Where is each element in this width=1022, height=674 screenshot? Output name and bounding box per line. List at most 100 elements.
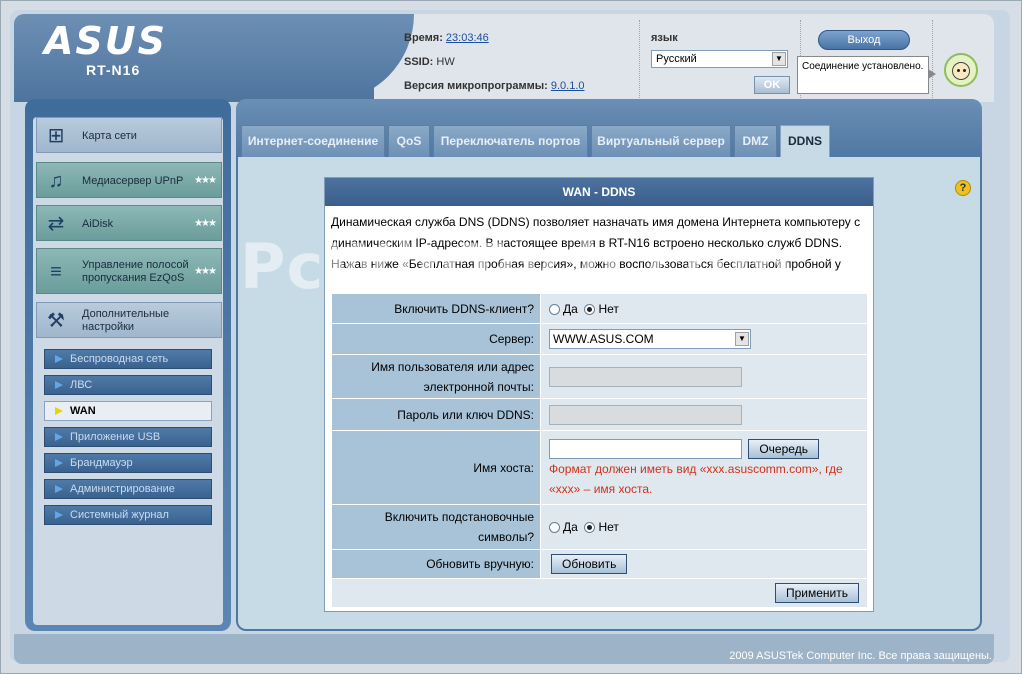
yes-label: Да [563, 520, 578, 534]
avatar-eye [963, 69, 966, 72]
submenu-administration[interactable]: Администрирование [44, 479, 212, 499]
ddns-panel: WAN - DDNS Динамическая служба DNS (DDNS… [324, 177, 874, 612]
sidebar-item-aidisk[interactable]: ⇄ AiDisk ★★★ [36, 205, 222, 241]
submenu-wireless[interactable]: Беспроводная сеть [44, 349, 212, 369]
wildcard-label: Включить подстановочные символы? [331, 504, 541, 550]
time-link[interactable]: 23:03:46 [446, 32, 489, 44]
sidebar-item-label: Карта сети [82, 129, 137, 142]
arrow-right-icon [55, 381, 63, 389]
enable-ddns-options: Да Нет [540, 293, 868, 324]
hostname-input[interactable] [549, 439, 742, 459]
panel-title: WAN - DDNS [325, 178, 873, 206]
password-label: Пароль или ключ DDNS: [331, 398, 541, 431]
submenu-wan[interactable]: WAN [44, 401, 212, 421]
submenu-lan[interactable]: ЛВС [44, 375, 212, 395]
username-cell [540, 354, 868, 399]
chevron-down-icon[interactable]: ▼ [772, 52, 786, 66]
tab-virtual-server[interactable]: Виртуальный сервер [591, 125, 731, 157]
sidebar-item-network-map[interactable]: ⊞ Карта сети [36, 117, 222, 153]
model-name: RT-N16 [86, 62, 141, 78]
arrow-right-icon [55, 485, 63, 493]
help-icon[interactable]: ? [955, 180, 971, 196]
submenu-usb[interactable]: Приложение USB [44, 427, 212, 447]
language-value: Русский [656, 53, 697, 65]
firmware-link[interactable]: 9.0.1.0 [551, 80, 585, 92]
submenu-label: Беспроводная сеть [70, 353, 169, 365]
sidebar-item-label: AiDisk [82, 217, 114, 230]
form-row-apply: Применить [331, 578, 868, 608]
server-cell: WWW.ASUS.COM ▼ [540, 323, 868, 355]
aidisk-icon: ⇄ [47, 213, 65, 235]
arrow-right-icon [55, 459, 63, 467]
tab-ddns[interactable]: DDNS [780, 125, 830, 157]
server-value: WWW.ASUS.COM [553, 332, 654, 346]
media-server-icon: ♫ [48, 170, 64, 192]
arrow-right-icon [55, 355, 63, 363]
stars-icon: ★★★ [194, 218, 217, 229]
firmware-label: Версия микропрограммы: [404, 80, 548, 92]
ddns-description: Динамическая служба DNS (DDNS) позволяет… [331, 215, 861, 271]
chevron-down-icon[interactable]: ▼ [735, 332, 749, 346]
sidebar-item-ezqos[interactable]: ≡ Управление полосой пропускания EzQoS ★… [36, 248, 222, 294]
sidebar-item-advanced-settings[interactable]: ⚒ Дополнительные настройки [36, 302, 222, 338]
tab-internet-connection[interactable]: Интернет-соединение [241, 125, 385, 157]
asus-logo: ASUS [44, 19, 168, 63]
apply-button[interactable]: Применить [775, 583, 859, 603]
form-row-hostname: Имя хоста: Очередь Формат должен иметь в… [331, 430, 868, 505]
language-label: язык [651, 32, 678, 44]
language-select[interactable]: Русский ▼ [651, 50, 788, 68]
username-input[interactable] [549, 366, 742, 387]
language-ok-button[interactable]: OK [754, 76, 790, 94]
submenu-label: WAN [70, 405, 96, 417]
enable-ddns-label: Включить DDNS-клиент? [331, 293, 541, 324]
form-row-wildcard: Включить подстановочные символы? Да Нет [331, 504, 868, 550]
password-cell [540, 398, 868, 431]
connection-status-bubble: Соединение установлено. [797, 56, 936, 94]
form-row-manual-update: Обновить вручную: Обновить [331, 549, 868, 579]
tab-qos[interactable]: QoS [388, 125, 430, 157]
tab-dmz[interactable]: DMZ [734, 125, 777, 157]
manual-update-cell: Обновить [540, 549, 868, 579]
no-label: Нет [598, 520, 619, 534]
queue-button[interactable]: Очередь [748, 439, 819, 459]
hostname-hint: Формат должен иметь вид «xxx.asuscomm.co… [549, 462, 843, 496]
form-row-server: Сервер: WWW.ASUS.COM ▼ [331, 323, 868, 355]
no-label: Нет [598, 301, 619, 316]
arrow-right-icon [55, 511, 63, 519]
copyright-text: 2009 ASUSTek Computer Inc. Все права защ… [729, 650, 992, 662]
ssid-value: HW [436, 56, 455, 68]
server-select[interactable]: WWW.ASUS.COM ▼ [549, 329, 751, 349]
wildcard-options: Да Нет [540, 504, 868, 550]
stars-icon: ★★★ [194, 266, 217, 277]
wildcard-no-radio[interactable] [584, 522, 596, 534]
header-divider [932, 20, 933, 98]
tab-port-switch[interactable]: Переключатель портов [433, 125, 588, 157]
network-map-icon: ⊞ [47, 125, 65, 147]
sidebar-item-label: Медиасервер UPnP [82, 174, 184, 187]
sidebar-item-label: Управление полосой пропускания EzQoS [82, 259, 189, 284]
update-button[interactable]: Обновить [551, 554, 628, 574]
submenu-label: Системный журнал [70, 509, 169, 521]
sidebar-item-label: Дополнительные настройки [82, 308, 170, 333]
header-divider [639, 20, 640, 98]
avatar-eye [957, 69, 960, 72]
submenu-label: Брандмауэр [70, 457, 133, 469]
ddns-form: Включить DDNS-клиент? Да Нет Сервер: WWW… [331, 293, 868, 608]
ssid-row: SSID: HW [404, 54, 585, 78]
username-label: Имя пользователя или адрес электронной п… [331, 354, 541, 399]
sidebar-item-media-server[interactable]: ♫ Медиасервер UPnP ★★★ [36, 162, 222, 198]
wildcard-yes-radio[interactable] [549, 522, 560, 534]
enable-no-radio[interactable] [584, 303, 596, 315]
submenu-system-log[interactable]: Системный журнал [44, 505, 212, 525]
server-label: Сервер: [331, 323, 541, 355]
ssid-label: SSID: [404, 56, 434, 68]
password-input[interactable] [549, 404, 742, 425]
logout-button[interactable]: Выход [818, 30, 910, 50]
enable-yes-radio[interactable] [549, 303, 560, 315]
submenu-label: Администрирование [70, 483, 175, 495]
form-row-enable: Включить DDNS-клиент? Да Нет [331, 293, 868, 324]
manual-update-label: Обновить вручную: [331, 549, 541, 579]
submenu-firewall[interactable]: Брандмауэр [44, 453, 212, 473]
time-label: Время: [404, 32, 443, 44]
arrow-right-icon [55, 433, 63, 441]
